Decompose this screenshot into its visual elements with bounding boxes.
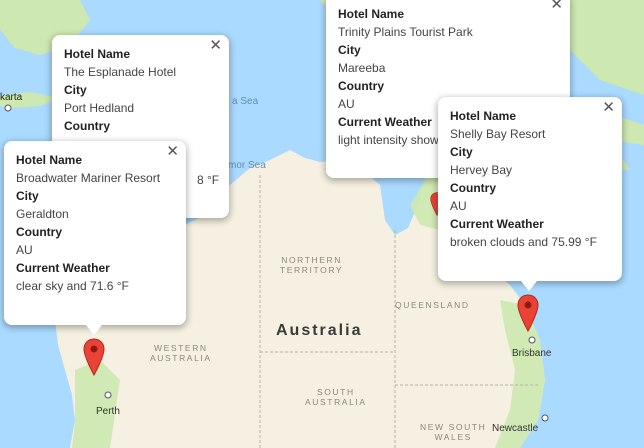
weather-value: broken clouds and 75.99 °F	[450, 235, 597, 249]
city-value: Geraldton	[16, 207, 69, 221]
info-window-shelly: ✕ Hotel Name Shelly Bay Resort City Herv…	[438, 97, 622, 281]
hotel-name-value: Trinity Plains Tourist Park	[338, 25, 473, 39]
city-label: City	[16, 189, 39, 203]
map-marker-geraldton[interactable]	[83, 338, 105, 376]
info-window-tail	[86, 325, 102, 335]
close-icon[interactable]: ✕	[602, 99, 615, 117]
western-australia-label: WESTERN AUSTRALIA	[150, 343, 212, 363]
hotel-name-label: Hotel Name	[16, 153, 83, 167]
city-value: Hervey Bay	[450, 163, 513, 177]
weather-label: Current Weather	[450, 217, 544, 231]
city-label: City	[338, 43, 361, 57]
city-label: City	[450, 145, 473, 159]
map-marker-hervey-bay[interactable]	[517, 294, 539, 332]
northern-territory-label: NORTHERN TERRITORY	[280, 255, 344, 275]
close-icon[interactable]: ✕	[166, 143, 179, 161]
brisbane-label: Brisbane	[512, 348, 552, 359]
jakarta-label: karta	[0, 92, 23, 103]
city-value: Port Hedland	[64, 101, 135, 115]
country-label: Country	[450, 181, 496, 195]
queensland-label: QUEENSLAND	[395, 300, 470, 310]
hotel-name-value: Shelly Bay Resort	[450, 127, 546, 141]
hotel-name-label: Hotel Name	[338, 7, 405, 21]
perth-label: Perth	[96, 406, 120, 417]
australia-label: Australia	[276, 322, 363, 339]
newcastle-label: Newcastle	[492, 423, 539, 434]
hotel-name-value: Broadwater Mariner Resort	[16, 171, 161, 185]
country-value: AU	[450, 199, 467, 213]
java-sea-label: a Sea	[232, 96, 259, 107]
close-icon[interactable]: ✕	[209, 37, 222, 55]
info-window-broadwater: ✕ Hotel Name Broadwater Mariner Resort C…	[4, 141, 186, 325]
info-window-tail	[521, 281, 537, 291]
weather-fragment: 8 °F	[197, 173, 220, 187]
city-label: City	[64, 83, 87, 97]
weather-label: Current Weather	[16, 261, 110, 275]
country-value: AU	[16, 243, 33, 257]
hotel-name-label: Hotel Name	[450, 109, 517, 123]
timor-sea-label: mor Sea	[228, 160, 266, 171]
new-south-wales-label: NEW SOUTH WALES	[420, 422, 487, 442]
weather-value: clear sky and 71.6 °F	[16, 279, 129, 293]
hotel-name-label: Hotel Name	[64, 47, 131, 61]
country-label: Country	[64, 119, 110, 133]
close-icon[interactable]: ✕	[550, 0, 563, 14]
city-value: Mareeba	[338, 61, 386, 75]
hotel-name-value: The Esplanade Hotel	[64, 65, 177, 79]
south-australia-label: SOUTH AUSTRALIA	[305, 387, 367, 407]
country-label: Country	[338, 79, 384, 93]
country-label: Country	[16, 225, 62, 239]
